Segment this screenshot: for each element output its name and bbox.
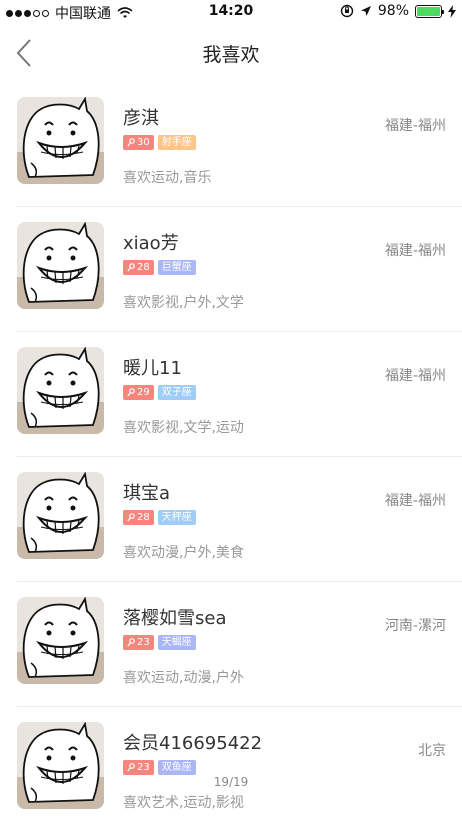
battery-level	[417, 6, 440, 16]
age-value: 28	[137, 512, 150, 523]
page-title: 我喜欢	[202, 44, 260, 66]
avatar-image	[17, 472, 104, 559]
avatar[interactable]	[17, 472, 104, 559]
user-list-item[interactable]: 会员416695422 23 双鱼座 喜欢艺术,运动,影视 北京	[0, 707, 462, 829]
avatar[interactable]	[17, 722, 104, 809]
user-list-item[interactable]: 落樱如雪sea 23 天蝎座 喜欢运动,动漫,户外 河南-漯河	[0, 582, 462, 707]
female-icon	[127, 263, 135, 272]
avatar[interactable]	[17, 222, 104, 309]
user-tags: 28 天秤座	[123, 510, 196, 525]
age-badge: 23	[123, 635, 154, 650]
female-icon	[127, 763, 135, 772]
user-hobbies: 喜欢运动,动漫,户外	[123, 670, 244, 686]
avatar-image	[17, 97, 104, 184]
age-badge: 29	[123, 385, 154, 400]
avatar-image	[17, 597, 104, 684]
user-location: 福建-福州	[384, 118, 446, 134]
zodiac-badge: 天蝎座	[157, 635, 196, 650]
avatar[interactable]	[17, 347, 104, 434]
avatar-image	[17, 347, 104, 434]
user-location: 福建-福州	[384, 243, 446, 259]
age-badge: 28	[123, 510, 154, 525]
user-list-item[interactable]: xiao芳 28 巨蟹座 喜欢影视,户外,文学 福建-福州	[0, 207, 462, 332]
user-hobbies: 喜欢影视,文学,运动	[123, 420, 244, 436]
user-hobbies: 喜欢动漫,户外,美食	[123, 545, 244, 561]
user-location: 北京	[418, 743, 446, 759]
avatar-image	[17, 722, 104, 809]
user-list-item[interactable]: 彦淇 30 射手座 喜欢运动,音乐 福建-福州	[0, 82, 462, 207]
user-tags: 29 双子座	[123, 385, 196, 400]
user-hobbies: 喜欢影视,户外,文学	[123, 295, 244, 311]
charging-icon	[448, 4, 456, 18]
user-name: 会员416695422	[123, 733, 263, 754]
status-right: 98%	[340, 3, 456, 19]
user-name: 暖儿11	[123, 358, 182, 379]
rotation-lock-icon	[340, 4, 354, 18]
user-tags: 30 射手座	[123, 135, 196, 150]
user-tags: 28 巨蟹座	[123, 260, 196, 275]
user-hobbies: 喜欢运动,音乐	[123, 170, 212, 186]
age-value: 29	[137, 387, 150, 398]
user-location: 福建-福州	[384, 368, 446, 384]
zodiac-badge: 双子座	[157, 385, 196, 400]
female-icon	[127, 638, 135, 647]
avatar-image	[17, 222, 104, 309]
user-name: xiao芳	[123, 233, 179, 254]
age-value: 23	[137, 762, 150, 773]
page-indicator: 19/19	[213, 775, 249, 789]
user-tags: 23 天蝎座	[123, 635, 196, 650]
avatar[interactable]	[17, 597, 104, 684]
user-tags: 23 双鱼座	[123, 760, 196, 775]
user-name: 彦淇	[123, 108, 159, 129]
female-icon	[127, 388, 135, 397]
battery-percent: 98%	[377, 3, 409, 19]
user-list: 彦淇 30 射手座 喜欢运动,音乐 福建-福州 xiao芳 28 巨蟹座 喜欢影…	[0, 82, 462, 829]
zodiac-badge: 巨蟹座	[157, 260, 196, 275]
battery-icon	[415, 4, 444, 18]
user-list-item[interactable]: 暖儿11 29 双子座 喜欢影视,文学,运动 福建-福州	[0, 332, 462, 457]
user-location: 福建-福州	[384, 493, 446, 509]
age-value: 23	[137, 637, 150, 648]
user-name: 琪宝a	[123, 483, 171, 504]
age-badge: 30	[123, 135, 154, 150]
user-hobbies: 喜欢艺术,运动,影视	[123, 795, 244, 811]
user-location: 河南-漯河	[384, 618, 446, 634]
age-badge: 23	[123, 760, 154, 775]
status-bar: 中国联通 14:20 98%	[0, 0, 462, 26]
age-badge: 28	[123, 260, 154, 275]
zodiac-badge: 双鱼座	[157, 760, 196, 775]
navigation-bar: 我喜欢	[0, 26, 462, 82]
user-list-item[interactable]: 琪宝a 28 天秤座 喜欢动漫,户外,美食 福建-福州	[0, 457, 462, 582]
user-name: 落樱如雪sea	[123, 608, 227, 629]
zodiac-badge: 天秤座	[157, 510, 196, 525]
female-icon	[127, 513, 135, 522]
zodiac-badge: 射手座	[157, 135, 196, 150]
avatar[interactable]	[17, 97, 104, 184]
female-icon	[127, 138, 135, 147]
age-value: 30	[137, 137, 150, 148]
location-arrow-icon	[360, 6, 371, 16]
age-value: 28	[137, 262, 150, 273]
